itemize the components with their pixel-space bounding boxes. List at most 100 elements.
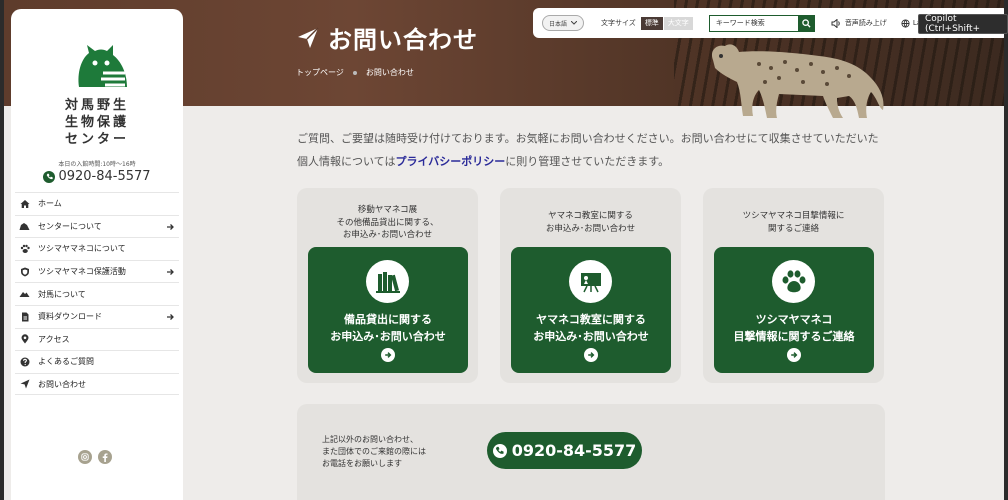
card-button-label: 備品貸出に関する お申込み･お問い合わせ <box>308 311 468 345</box>
sidebar-phone[interactable]: 0920-84-5577 <box>11 169 183 184</box>
card-button-line: ツシマヤマネコ <box>755 313 833 326</box>
card-caption-line: ツシマヤマネコ目撃情報に <box>742 211 845 221</box>
keyword-search-input[interactable]: キーワード検索 <box>708 14 799 32</box>
sidebar-item-label: ホーム <box>38 199 62 209</box>
sidebar-phone-number: 0920-84-5577 <box>58 169 151 184</box>
card-button-label: ツシマヤマネコ 目撃情報に関するご連絡 <box>714 311 874 345</box>
arrow-circle-right-icon <box>381 348 395 362</box>
breadcrumb: トップページ お問い合わせ <box>296 67 414 78</box>
contact-cards: 移動ヤマネコ展 その他備品貸出に関する、 お申込み･お問い合わせ 備品貸出に関す… <box>297 188 884 383</box>
facebook-icon[interactable] <box>98 450 112 464</box>
sidebar-item-label: アクセス <box>38 334 70 344</box>
font-size-large-button[interactable]: 大文字 <box>663 16 693 30</box>
intro-text: ご質問、ご要望は随時受け付けております。お気軽にお問い合わせください。お問い合わ… <box>297 127 897 173</box>
card-caption-line: ヤマネコ教室に関する <box>548 211 633 221</box>
paw-icon <box>19 243 30 254</box>
phone-call-button[interactable]: 0920-84-5577 <box>487 432 642 469</box>
center-logo[interactable] <box>73 43 131 91</box>
page-title: お問い合わせ <box>328 26 478 54</box>
phone-icon <box>43 170 56 183</box>
paper-plane-icon <box>298 26 319 48</box>
org-name-line: センター <box>64 132 129 147</box>
card-wildcat-class: ヤマネコ教室に関する お申込み･お問い合わせ ヤマネコ教室に関する お申込み･お… <box>500 188 681 383</box>
card-button-line: お申込み･お問い合わせ <box>330 330 446 343</box>
sidebar-item-access[interactable]: アクセス <box>15 327 179 351</box>
card-button-line: お申込み･お問い合わせ <box>533 330 649 343</box>
mountain-icon <box>19 289 30 300</box>
sidebar: 対馬野生 生物保護 センター 本日の入館時間:10時～16時 0920-84-5… <box>11 9 183 500</box>
phone-contact-note-line: また団体でのご来館の際には <box>322 447 426 456</box>
equipment-rental-button[interactable]: 備品貸出に関する お申込み･お問い合わせ <box>308 247 468 373</box>
intro-line: ご質問、ご要望は随時受け付けております。お気軽にお問い合わせください。お問い合わ… <box>297 132 879 145</box>
intro-line: 個人情報についてはプライバシーポリシーに則り管理させていただきます。 <box>297 150 897 173</box>
sidebar-item-label: よくあるご質問 <box>38 357 94 367</box>
sidebar-item-label: 対馬について <box>38 289 86 299</box>
intro-text-segment: 個人情報については <box>297 155 396 168</box>
sidebar-item-downloads[interactable]: 資料ダウンロード <box>15 304 179 328</box>
page: お問い合わせ トップページ お問い合わせ 日本語 文字サイズ 標準 大文字 キー… <box>4 0 1004 500</box>
language-select[interactable]: 日本語 <box>542 15 585 31</box>
search-button[interactable] <box>798 14 815 32</box>
card-equipment-rental: 移動ヤマネコ展 その他備品貸出に関する、 お申込み･お問い合わせ 備品貸出に関す… <box>297 188 478 383</box>
sidebar-nav: ホーム センターについて ツシマヤマネコについて ツシマヤマネコ保護活動 対馬に… <box>15 192 179 396</box>
org-name-line: 生物保護 <box>64 115 129 130</box>
card-button-line: 備品貸出に関する <box>344 313 432 326</box>
read-aloud-label: 音声読み上げ <box>844 19 887 27</box>
arrow-right-icon <box>167 223 174 230</box>
card-button-line: ヤマネコ教室に関する <box>536 313 646 326</box>
copilot-tooltip: Copilot (Ctrl+Shift+ <box>918 14 1008 34</box>
phone-contact-note-line: 上記以外のお問い合わせ、 <box>322 435 418 444</box>
phone-contact-panel: 上記以外のお問い合わせ、 また団体でのご来館の際には お電話をお願いします 09… <box>297 404 885 500</box>
privacy-policy-link[interactable]: プライバシーポリシー <box>395 155 505 168</box>
card-caption: ヤマネコ教室に関する お申込み･お問い合わせ <box>500 210 681 235</box>
card-caption-line: 移動ヤマネコ展 <box>357 205 418 215</box>
wildcat-illustration <box>711 44 884 118</box>
arrow-circle-right-icon <box>787 348 801 362</box>
home-icon <box>19 198 30 209</box>
sidebar-item-label: センターについて <box>38 221 102 231</box>
card-caption-line: お申込み･お問い合わせ <box>342 230 433 240</box>
sidebar-item-contact[interactable]: お問い合わせ <box>15 372 179 396</box>
sidebar-item-label: ツシマヤマネコについて <box>38 244 126 254</box>
chevron-down-icon <box>571 21 578 25</box>
blackboard-icon <box>569 260 612 303</box>
card-caption-line: お申込み･お問い合わせ <box>545 223 636 234</box>
card-sighting-report: ツシマヤマネコ目撃情報に 関するご連絡 ツシマヤマネコ 目撃情報に関するご連絡 <box>703 188 884 383</box>
arrow-circle-right-icon <box>584 348 598 362</box>
sidebar-item-about-wildcat[interactable]: ツシマヤマネコについて <box>15 237 179 260</box>
card-button-label: ヤマネコ教室に関する お申込み･お問い合わせ <box>511 311 671 345</box>
org-name: 対馬野生 生物保護 センター <box>31 97 163 148</box>
instagram-icon[interactable] <box>78 450 92 464</box>
card-button-line: 目撃情報に関するご連絡 <box>733 330 855 343</box>
search-icon <box>802 18 811 28</box>
sidebar-item-label: お問い合わせ <box>38 379 86 389</box>
sidebar-item-faq[interactable]: よくあるご質問 <box>15 350 179 373</box>
phone-contact-note-line: お電話をお願いします <box>322 459 402 468</box>
arrow-right-icon <box>167 314 174 320</box>
building-icon <box>19 221 30 232</box>
download-icon <box>19 311 30 322</box>
breadcrumb-home-link[interactable]: トップページ <box>296 67 344 78</box>
map-pin-icon <box>19 334 30 345</box>
paper-plane-icon <box>19 379 30 390</box>
card-caption: ツシマヤマネコ目撃情報に 関するご連絡 <box>703 210 884 235</box>
globe-icon <box>901 18 910 28</box>
sidebar-item-about-tsushima[interactable]: 対馬について <box>15 282 179 305</box>
question-icon <box>19 356 30 367</box>
wildcat-class-button[interactable]: ヤマネコ教室に関する お申込み･お問い合わせ <box>511 247 671 373</box>
org-name-line: 対馬野生 <box>64 98 129 113</box>
opening-hours: 本日の入館時間:10時～16時 <box>58 161 136 168</box>
phone-contact-note: 上記以外のお問い合わせ、 また団体でのご来館の際には お電話をお願いします <box>322 434 426 470</box>
sidebar-item-home[interactable]: ホーム <box>15 192 179 215</box>
sidebar-item-conservation[interactable]: ツシマヤマネコ保護活動 <box>15 259 179 283</box>
font-size-standard-button[interactable]: 標準 <box>640 16 663 30</box>
language-select-value: 日本語 <box>549 20 568 28</box>
phone-icon <box>492 443 507 458</box>
books-icon <box>366 260 409 303</box>
page-heading: お問い合わせ <box>296 20 478 55</box>
font-size-label: 文字サイズ <box>601 19 636 27</box>
read-aloud-button[interactable]: 音声読み上げ <box>831 18 887 28</box>
speaker-icon <box>831 18 840 28</box>
sighting-report-button[interactable]: ツシマヤマネコ 目撃情報に関するご連絡 <box>714 247 874 373</box>
sidebar-item-about-center[interactable]: センターについて <box>15 214 179 238</box>
